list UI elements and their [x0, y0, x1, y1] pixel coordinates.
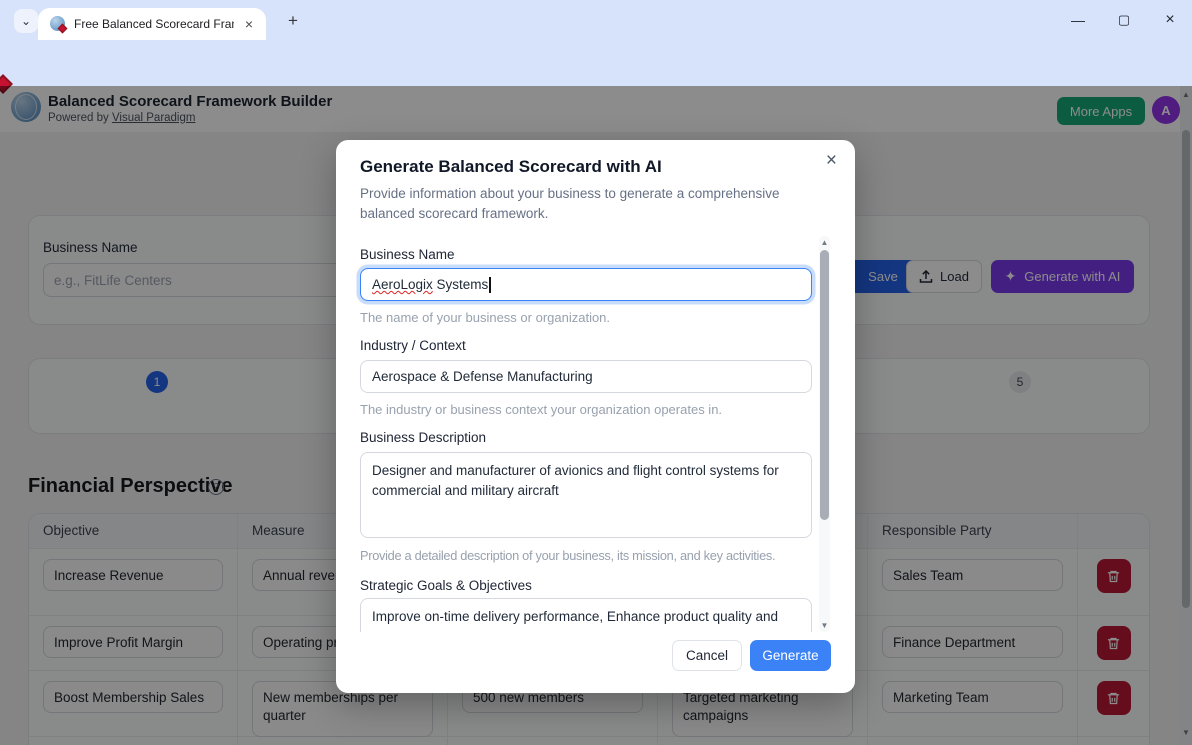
modal-title: Generate Balanced Scorecard with AI: [360, 157, 662, 177]
modal-goals-textarea[interactable]: Improve on-time delivery performance, En…: [360, 598, 812, 632]
modal-business-name-input[interactable]: AeroLogix Systems: [360, 268, 812, 301]
text-cursor: [489, 277, 491, 293]
modal-description-label: Business Description: [360, 430, 486, 445]
window-close-button[interactable]: ×: [1155, 8, 1185, 32]
tab-search-button[interactable]: ⌄: [14, 9, 38, 33]
business-name-word-misspelled: AeroLogix: [372, 277, 433, 292]
modal-subtitle: Provide information about your business …: [360, 184, 834, 223]
modal-scroll-down-icon[interactable]: ▼: [819, 621, 830, 630]
new-tab-button[interactable]: +: [282, 10, 304, 32]
modal-scroll-up-icon[interactable]: ▲: [819, 238, 830, 247]
modal-scrollbar[interactable]: ▲ ▼: [819, 236, 830, 632]
modal-business-name-help: The name of your business or organizatio…: [360, 310, 610, 325]
modal-goals-label: Strategic Goals & Objectives: [360, 578, 532, 593]
modal-business-name-label: Business Name: [360, 247, 455, 262]
modal-industry-input[interactable]: Aerospace & Defense Manufacturing: [360, 360, 812, 393]
browser-toolbar: ← → ↻ ai-toolbox.visual-paradigm.com/app…: [0, 40, 1192, 86]
modal-industry-help: The industry or business context your or…: [360, 402, 722, 417]
chevron-down-icon: ⌄: [21, 14, 31, 28]
modal-description-textarea[interactable]: Designer and manufacturer of avionics an…: [360, 452, 812, 538]
modal-description-help: Provide a detailed description of your b…: [360, 548, 775, 563]
screen: ⌄ Free Balanced Scorecard Framew × + — ▢…: [0, 0, 1192, 745]
window-maximize-button[interactable]: ▢: [1109, 8, 1139, 32]
modal-scrollbar-thumb[interactable]: [820, 250, 829, 520]
tab-close-icon[interactable]: ×: [240, 15, 258, 33]
browser-tab[interactable]: Free Balanced Scorecard Framew ×: [38, 8, 266, 40]
favicon-icon: [50, 16, 66, 32]
generate-ai-modal: × Generate Balanced Scorecard with AI Pr…: [336, 140, 855, 693]
tab-title: Free Balanced Scorecard Framew: [74, 17, 234, 31]
cancel-button[interactable]: Cancel: [672, 640, 742, 671]
business-name-word: Systems: [433, 277, 489, 292]
generate-button[interactable]: Generate: [750, 640, 831, 671]
window-minimize-button[interactable]: —: [1063, 8, 1093, 32]
browser-titlebar: ⌄ Free Balanced Scorecard Framew × + — ▢…: [0, 0, 1192, 40]
modal-close-icon[interactable]: ×: [826, 150, 837, 172]
modal-industry-label: Industry / Context: [360, 338, 466, 353]
